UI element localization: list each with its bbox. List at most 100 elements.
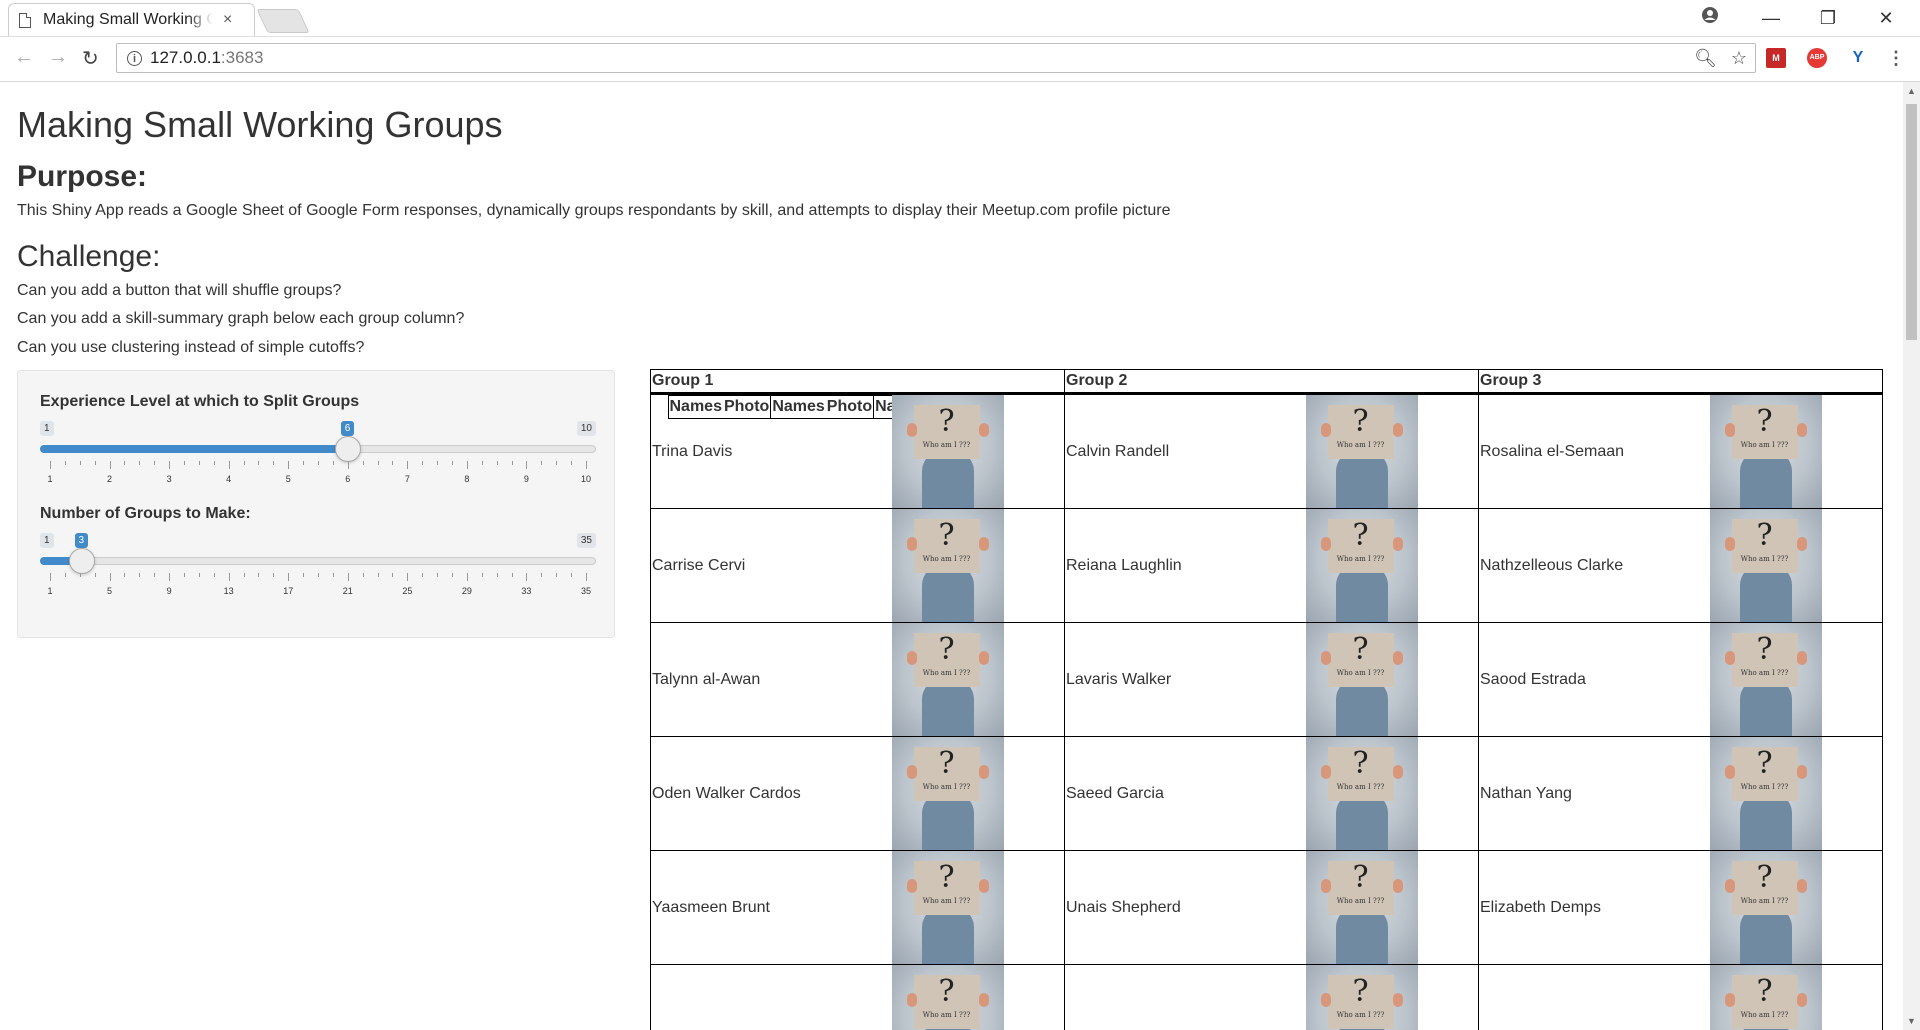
slider-tick	[228, 573, 230, 581]
tab-bar: Making Small Working G × — ❐ ✕	[0, 0, 1920, 37]
slider-max-label: 35	[576, 533, 596, 548]
photo-cell: ? Who am I ???	[1304, 622, 1479, 737]
address-bar[interactable]: i 127.0.0.1:3683 🔍︎ ☆	[116, 43, 1756, 73]
slider-tick-label: 4	[226, 474, 232, 484]
table-row: Yaasmeen Brunt? Who am I ??? Unais Shepher…	[650, 850, 1883, 965]
photo-caption: Who am I ???	[1336, 1011, 1385, 1019]
forward-arrow-icon[interactable]: →	[48, 46, 68, 69]
slider-handle[interactable]	[68, 548, 95, 574]
browser-tab[interactable]: Making Small Working G ×	[8, 3, 255, 36]
slider-tick-label: 6	[345, 474, 351, 484]
slider-tick	[258, 573, 260, 577]
slider-tick	[79, 573, 81, 577]
photo-caption: Who am I ???	[1740, 783, 1789, 791]
profile-photo: ? Who am I ???	[1709, 851, 1822, 964]
photo-caption: Who am I ???	[922, 783, 971, 791]
slider-tick-label: 3	[166, 474, 172, 484]
photo-question: ?	[938, 860, 955, 895]
profile-photo: ? Who am I ???	[1305, 623, 1418, 736]
photo-cell: ? Who am I ???	[1304, 964, 1479, 1030]
bookmark-star-icon[interactable]: ☆	[1731, 48, 1747, 69]
slider-tick-label: 2	[107, 474, 113, 484]
slider-tick-label: 9	[523, 474, 529, 484]
slider-ticks: 1 5 9 13 17 21 25 29 33 35	[40, 573, 596, 613]
column-header-names: Names	[667, 395, 723, 419]
photo-cell: ? Who am I ???	[890, 736, 1065, 851]
slider-tick	[109, 461, 111, 469]
photo-caption: Who am I ???	[922, 1011, 971, 1019]
member-name: Yaasmeen Brunt	[650, 850, 891, 965]
profile-photo: ? Who am I ???	[1709, 509, 1822, 622]
photo-caption: Who am I ???	[922, 555, 971, 563]
slider-tick-label: 5	[107, 586, 113, 596]
slider-tick-label: 21	[342, 586, 353, 596]
slider-handle[interactable]	[334, 436, 361, 462]
slider-track[interactable]	[40, 557, 596, 565]
adblock-icon[interactable]: ABP	[1807, 48, 1827, 68]
page-scrollbar[interactable]: ▲ ▼	[1903, 82, 1920, 1030]
slider-tick	[332, 573, 334, 577]
slider-tick-label: 1	[47, 586, 53, 596]
slider-tick	[362, 573, 364, 577]
photo-cell: ? Who am I ???	[1708, 736, 1883, 851]
tab-close-icon[interactable]: ×	[223, 11, 232, 29]
tab-title: Making Small Working G	[43, 11, 213, 28]
slider-tick-label: 5	[285, 474, 291, 484]
slider-tick	[526, 461, 528, 469]
slider-tick	[586, 573, 587, 581]
slider-tick	[541, 573, 543, 577]
group-count-slider[interactable]: 1 35 3 1 5 9 13 17 21 25 29 33 35	[40, 533, 596, 623]
member-name: Lavaris Walker	[1064, 622, 1305, 737]
slider-tick-label: 7	[404, 474, 410, 484]
profile-photo: ? Who am I ???	[1305, 737, 1418, 850]
photo-caption: Who am I ???	[1336, 555, 1385, 563]
slider-tick	[481, 573, 483, 577]
member-name: Carrise Cervi	[650, 508, 891, 623]
member-name	[1064, 964, 1305, 1030]
slider-tick	[407, 461, 409, 469]
slider-tick	[377, 573, 379, 577]
page-content: Making Small Working Groups Purpose: Thi…	[0, 82, 1903, 1030]
photo-cell: ? Who am I ???	[1304, 508, 1479, 623]
member-name: Nathan Yang	[1478, 736, 1709, 851]
member-name: Saeed Garcia	[1064, 736, 1305, 851]
extension-y-icon[interactable]: Y	[1848, 48, 1868, 68]
slider-tick	[139, 461, 141, 465]
slider-value-label: 6	[340, 421, 355, 436]
minimize-button[interactable]: —	[1751, 4, 1791, 32]
zoom-icon[interactable]: 🔍︎	[1694, 48, 1717, 69]
scroll-up-icon[interactable]: ▲	[1903, 86, 1920, 96]
profile-icon[interactable]	[1690, 4, 1730, 32]
slider-tick-label: 25	[402, 586, 413, 596]
scrollbar-thumb[interactable]	[1906, 104, 1917, 340]
info-icon[interactable]: i	[127, 50, 142, 66]
extension-m-icon[interactable]: M	[1766, 48, 1786, 68]
slider-tick	[273, 573, 275, 577]
restore-button[interactable]: ❐	[1808, 4, 1848, 32]
new-tab-button[interactable]	[256, 9, 310, 33]
slider-tick	[318, 461, 319, 465]
slider-tick	[273, 461, 275, 465]
slider-tick	[511, 461, 513, 465]
column-header-photo: Photo	[825, 395, 874, 419]
member-name: Unais Shepherd	[1064, 850, 1305, 965]
split-level-label: Experience Level at which to Split Group…	[40, 393, 360, 410]
back-arrow-icon[interactable]: ←	[14, 46, 34, 69]
slider-tick	[288, 573, 290, 581]
photo-question: ?	[1756, 518, 1773, 553]
slider-tick	[139, 573, 141, 577]
page-title: Making Small Working Groups	[17, 104, 503, 145]
close-window-button[interactable]: ✕	[1866, 4, 1906, 32]
reload-icon[interactable]: ↻	[82, 46, 99, 71]
slider-tick	[303, 573, 305, 577]
profile-photo: ? Who am I ???	[1305, 509, 1418, 622]
table-row: ? Who am I ???? Who am I ???? Who am I ???	[650, 964, 1883, 1030]
slider-tick	[362, 461, 364, 465]
menu-icon[interactable]: ⋮	[1886, 48, 1906, 68]
photo-question: ?	[1352, 746, 1369, 781]
slider-tick	[452, 461, 453, 465]
scroll-down-icon[interactable]: ▼	[1903, 1016, 1920, 1026]
photo-cell: ? Who am I ???	[1304, 736, 1479, 851]
split-level-slider[interactable]: 1 10 6 1 2 3 4 5 6 7 8 9 10	[40, 421, 596, 511]
photo-cell: ? Who am I ???	[890, 850, 1065, 965]
